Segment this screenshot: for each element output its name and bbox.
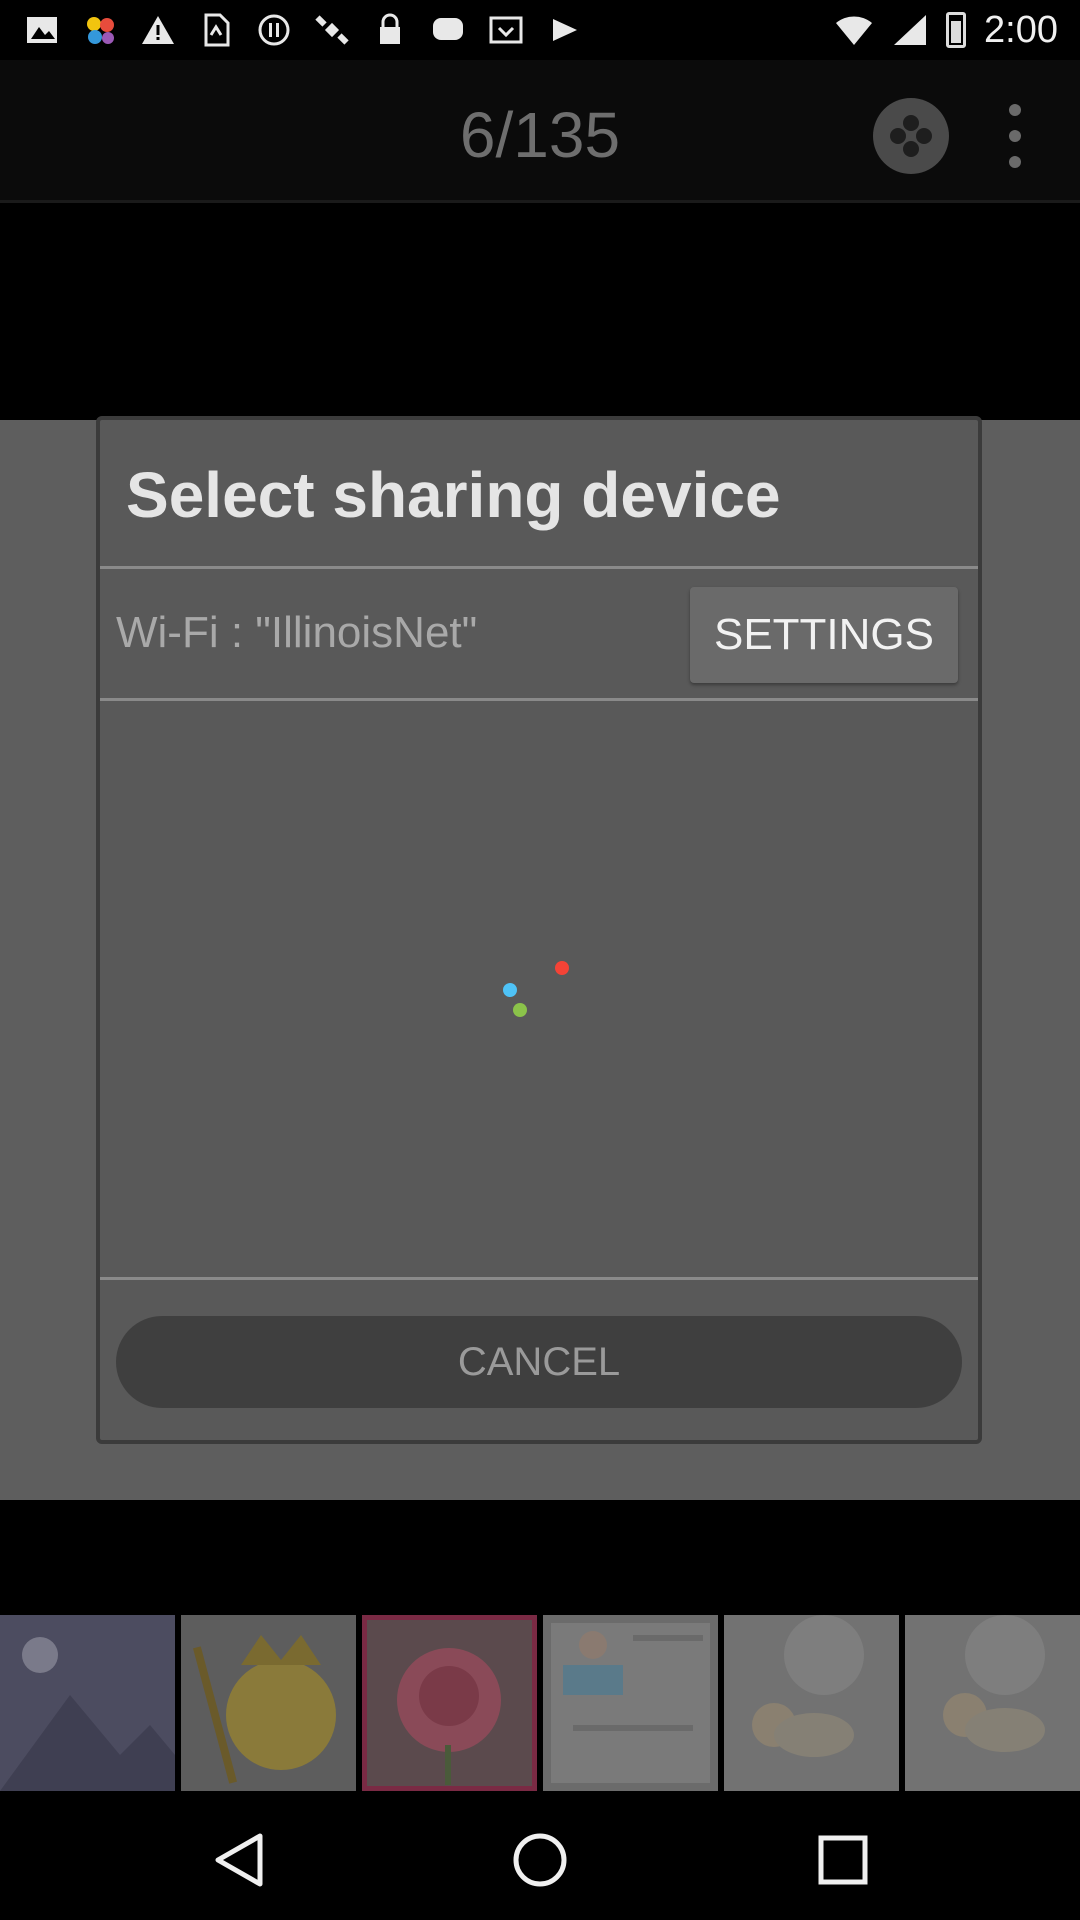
satellite-icon: [314, 12, 350, 48]
more-options-button[interactable]: [1000, 104, 1030, 168]
status-bar: 2:00: [0, 0, 1080, 60]
wifi-icon: [836, 16, 873, 45]
app-bar: 6/135: [0, 60, 1080, 203]
cancel-button[interactable]: CANCEL: [116, 1316, 962, 1408]
share-icon: [890, 115, 932, 157]
divider: [100, 566, 978, 569]
settings-button[interactable]: SETTINGS: [690, 587, 958, 683]
battery-icon: [946, 12, 967, 48]
sharing-device-dialog: Select sharing device Wi-Fi : "IllinoisN…: [96, 416, 982, 1444]
thumbnail-strip: [0, 1615, 1080, 1791]
pinwheel-icon: [82, 12, 118, 48]
image-icon: [24, 12, 60, 48]
sim-icon: [198, 12, 234, 48]
divider: [100, 698, 978, 701]
spinner-dot-blue: [503, 983, 517, 997]
more-vert-icon: [1009, 104, 1021, 116]
back-icon[interactable]: [210, 1830, 270, 1890]
share-button[interactable]: [873, 98, 949, 174]
thumbnail-crown-emoji[interactable]: [181, 1615, 356, 1791]
signal-icon: [894, 15, 927, 45]
thumbnail-placeholder[interactable]: [0, 1615, 175, 1791]
spinner-dot-red: [555, 961, 569, 975]
message-icon: [430, 12, 466, 48]
lock-icon: [372, 12, 408, 48]
thumbnail-baby-poster[interactable]: [543, 1615, 718, 1791]
block-icon: [256, 12, 292, 48]
thumbnail-baby-massage-2[interactable]: [905, 1615, 1080, 1791]
thumbnail-baby-massage-1[interactable]: [724, 1615, 899, 1791]
spinner-dot-green: [513, 1003, 527, 1017]
warning-icon: [140, 12, 176, 48]
navigation-bar: [0, 1800, 1080, 1920]
briefcase-icon: [546, 12, 582, 48]
home-icon[interactable]: [510, 1830, 570, 1890]
wifi-network-label: Wi-Fi : "IllinoisNet": [116, 608, 478, 657]
dialog-title: Select sharing device: [126, 459, 781, 531]
loading-spinner: [503, 961, 569, 1017]
divider: [100, 1277, 978, 1280]
recents-icon[interactable]: [813, 1830, 873, 1890]
status-time: 2:00: [984, 8, 1058, 51]
thumbnail-rose[interactable]: [362, 1615, 537, 1791]
inbox-icon: [488, 12, 524, 48]
